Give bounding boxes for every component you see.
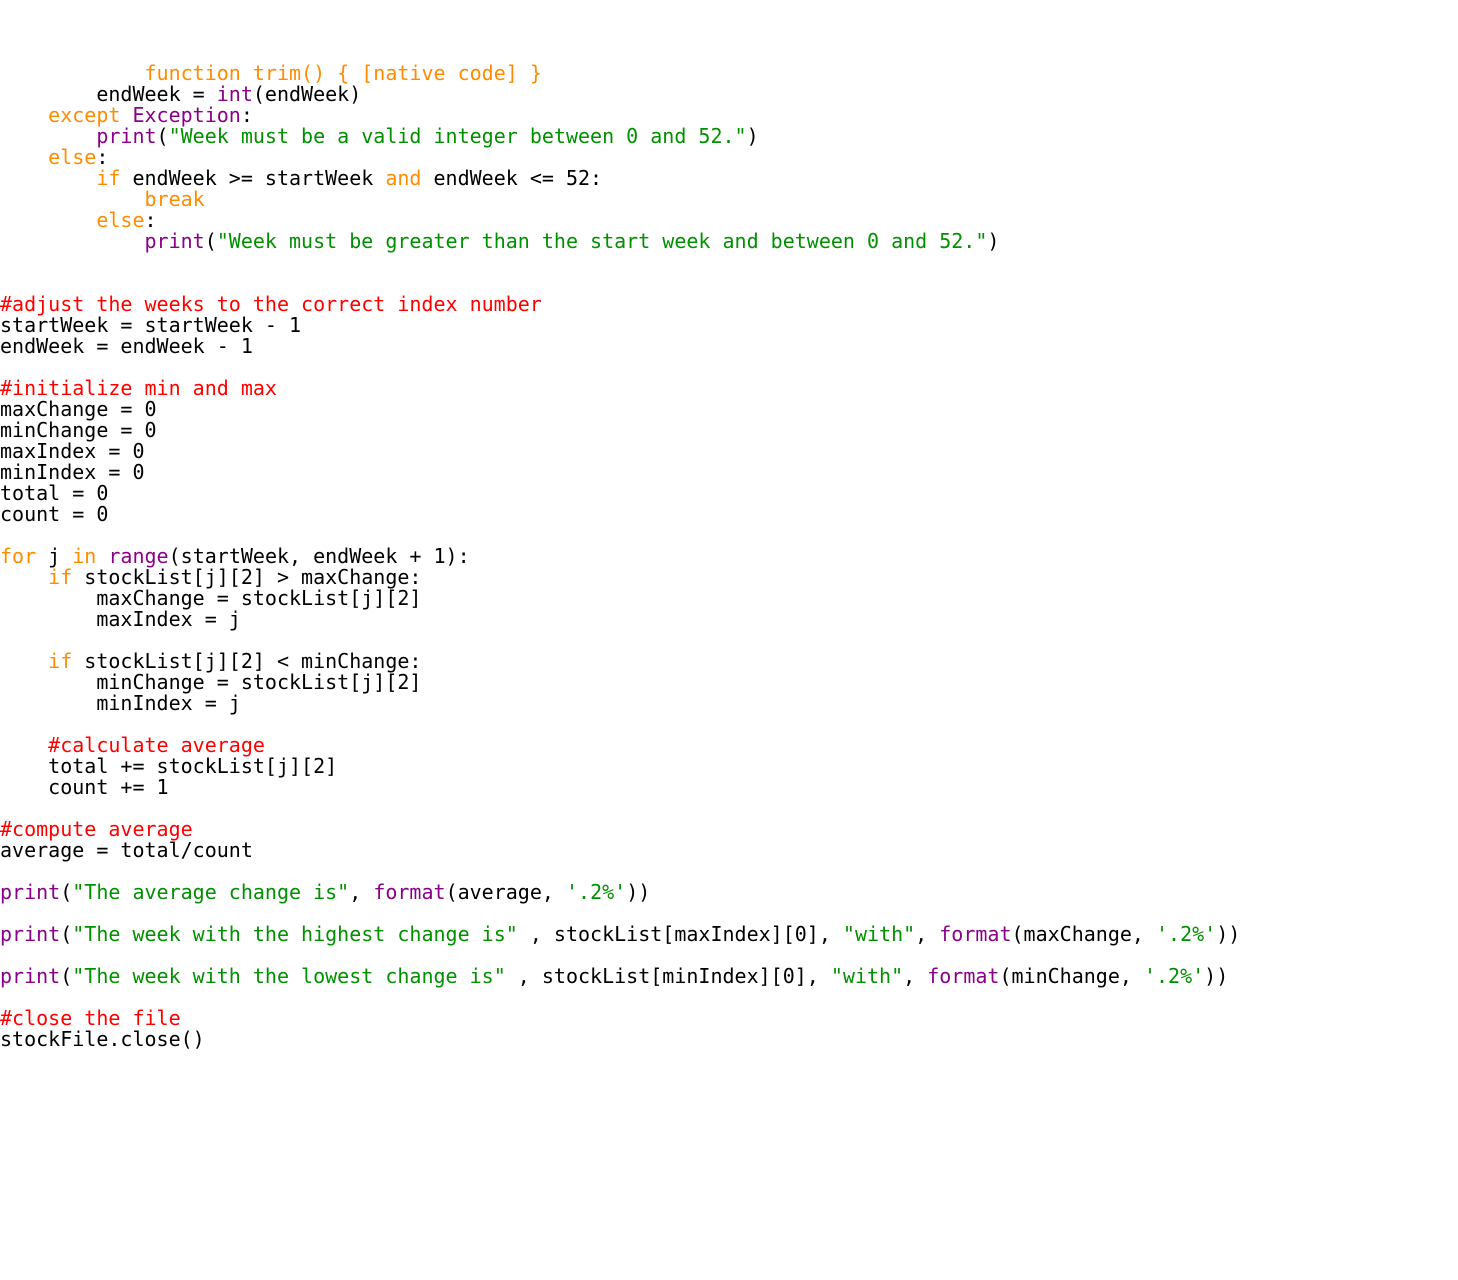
fn-print: print [0,922,60,946]
code-line: print("The average change is", format(av… [0,880,650,904]
code-line: maxIndex = j [0,607,241,631]
string-literal: '.2%' [566,880,626,904]
fn-format: format [373,880,445,904]
fn-print: print [0,964,60,988]
code-line: print("Week must be greater than the sta… [0,229,999,253]
string-literal: "Week must be a valid integer between 0 … [169,124,747,148]
code-line: count = 0 [0,502,108,526]
string-literal: "The week with the lowest change is" [72,964,505,988]
code-line: endWeek = endWeek - 1 [0,334,253,358]
string-literal: "Week must be greater than the start wee… [217,229,988,253]
code-line: print("The week with the highest change … [0,922,1240,946]
fn-print: print [145,229,205,253]
string-literal: "The week with the highest change is" [72,922,518,946]
string-literal: '.2%' [1144,964,1204,988]
code-line: count += 1 [0,775,169,799]
code-line: average = total/count [0,838,253,862]
string-literal: "with" [843,922,915,946]
fn-print: print [0,880,60,904]
code-line: stockFile.close() [0,1027,205,1051]
fn-format: format [927,964,999,988]
code-line: print("The week with the lowest change i… [0,964,1228,988]
string-literal: '.2%' [1156,922,1216,946]
keyword-and: and [385,166,421,190]
fn-format: format [939,922,1011,946]
string-literal: "The average change is" [72,880,349,904]
string-literal: "with" [831,964,903,988]
code-line: minIndex = j [0,691,241,715]
code-line: print("Week must be a valid integer betw… [0,124,759,148]
code-block: function trim() { [native code] } endWee… [0,63,1458,1050]
